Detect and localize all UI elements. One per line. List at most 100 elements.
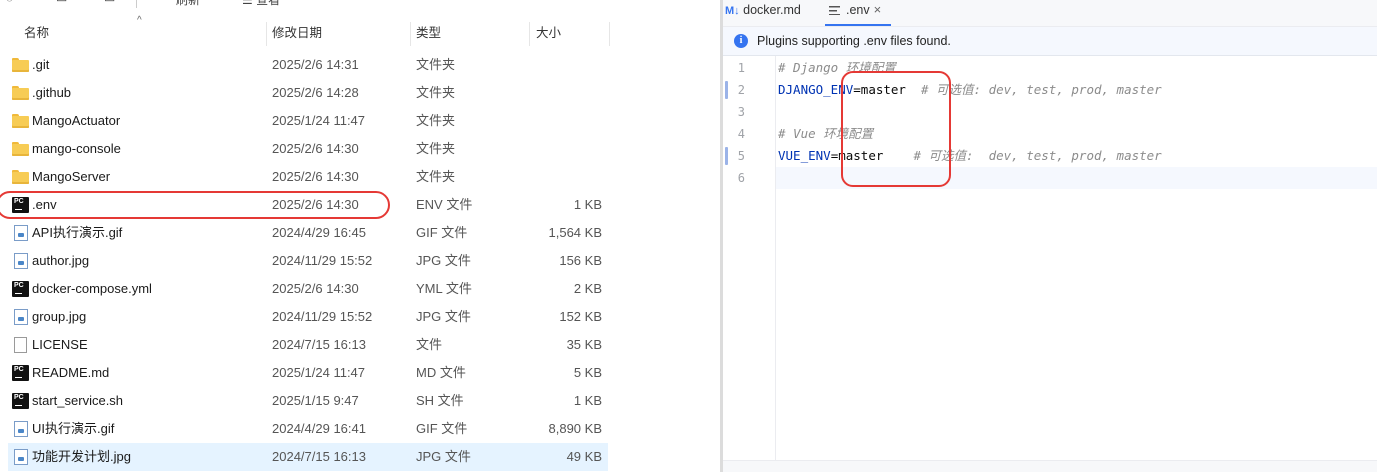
file-size: 49 KB — [566, 449, 602, 464]
folder-icon — [12, 169, 29, 185]
refresh-button[interactable]: 刷新 — [176, 0, 200, 7]
markdown-icon: M↓ — [725, 5, 740, 17]
file-name: .env — [32, 197, 57, 212]
close-icon[interactable]: × — [874, 2, 882, 17]
file-row[interactable]: 功能开发计划.jpg 2024/7/15 16:13 JPG 文件 49 KB — [8, 443, 608, 471]
code-line[interactable]: VUE_ENV=master # 可选值: dev, test, prod, m… — [776, 145, 1377, 167]
pycharm-file-icon: PC — [12, 393, 29, 409]
code-token-op: = — [853, 82, 861, 97]
file-row[interactable]: PC .env 2025/2/6 14:30 ENV 文件 1 KB — [8, 191, 608, 219]
file-type: 文件夹 — [416, 57, 456, 72]
plugin-notice-banner: i Plugins supporting .env files found. — [723, 27, 1377, 56]
file-date: 2025/2/6 14:31 — [272, 57, 359, 72]
file-date: 2025/2/6 14:28 — [272, 85, 359, 100]
file-row[interactable]: .github 2025/2/6 14:28 文件夹 — [8, 79, 608, 107]
code-editor: M↓ docker.md .env × i Plugins supporting … — [723, 0, 1377, 472]
file-size: 1,564 KB — [548, 225, 603, 240]
file-row[interactable]: PC start_service.sh 2025/1/15 9:47 SH 文件 1 K… — [8, 387, 608, 415]
file-name: LICENSE — [32, 337, 88, 352]
notice-text: Plugins supporting .env files found. — [757, 34, 951, 48]
code-line[interactable]: # Django 环境配置 — [776, 57, 1377, 79]
file-name: start_service.sh — [32, 393, 124, 408]
toolbar-icon-fragment[interactable]: ▭ — [56, 0, 67, 5]
file-name: 功能开发计划.jpg — [32, 449, 131, 464]
image-file-icon — [14, 253, 28, 269]
tab-label: .env — [846, 3, 870, 17]
file-type: 文件夹 — [416, 169, 456, 184]
column-type[interactable]: 类型 — [416, 20, 441, 46]
file-date: 2024/11/29 15:52 — [272, 309, 373, 324]
file-row[interactable]: PC docker-compose.yml 2025/2/6 14:30 YML 文件… — [8, 275, 608, 303]
view-button[interactable]: ☰ 查看 — [242, 0, 280, 7]
code-area[interactable]: # Django 环境配置 DJANGO_ENV=master # 可选值: de… — [776, 56, 1377, 472]
tab-env[interactable]: .env × — [825, 0, 891, 26]
view-icon: ☰ — [242, 0, 253, 7]
image-file-icon — [14, 225, 28, 241]
file-date: 2024/4/29 16:41 — [272, 421, 366, 436]
change-marker[interactable] — [725, 147, 728, 165]
column-header: ^ 名称 修改日期 类型 大小 — [0, 15, 720, 46]
column-size[interactable]: 大小 — [536, 20, 561, 46]
file-name: author.jpg — [32, 253, 90, 268]
column-name[interactable]: 名称 — [24, 20, 49, 46]
file-row[interactable]: LICENSE 2024/7/15 16:13 文件 35 KB — [8, 331, 608, 359]
code-line[interactable]: # Vue 环境配置 — [776, 123, 1377, 145]
file-type: SH 文件 — [416, 393, 464, 408]
file-row[interactable]: MangoActuator 2025/1/24 11:47 文件夹 — [8, 107, 608, 135]
folder-icon — [12, 85, 29, 101]
column-date[interactable]: 修改日期 — [272, 20, 322, 46]
code-token-value: master — [838, 148, 884, 163]
file-list: .git 2025/2/6 14:31 文件夹 .github 2025/2/6 14:… — [8, 51, 608, 471]
file-size: 5 KB — [573, 365, 602, 380]
file-date: 2024/7/15 16:13 — [272, 337, 366, 352]
file-date: 2025/2/6 14:30 — [272, 169, 359, 184]
pycharm-file-icon: PC — [12, 197, 29, 213]
file-row[interactable]: API执行演示.gif 2024/4/29 16:45 GIF 文件 1,564 KB — [8, 219, 608, 247]
change-marker[interactable] — [725, 81, 728, 99]
code-token-comment: # Django 环境配置 — [778, 60, 896, 75]
info-icon: i — [734, 34, 748, 48]
file-name: .github — [32, 85, 72, 100]
file-name: API执行演示.gif — [32, 225, 123, 240]
file-type: JPG 文件 — [416, 449, 471, 464]
image-file-icon — [14, 421, 28, 437]
file-type: GIF 文件 — [416, 421, 468, 436]
code-line[interactable] — [776, 167, 1377, 189]
file-type: YML 文件 — [416, 281, 472, 296]
toolbar-icon-fragment[interactable]: ◌ — [6, 0, 13, 5]
file-row[interactable]: author.jpg 2024/11/29 15:52 JPG 文件 156 KB — [8, 247, 608, 275]
file-type: 文件 — [416, 337, 443, 352]
file-size: 8,890 KB — [548, 421, 603, 436]
line-number-gutter: 123456 — [723, 56, 776, 472]
file-name: MangoActuator — [32, 113, 121, 128]
file-row[interactable]: .git 2025/2/6 14:31 文件夹 — [8, 51, 608, 79]
toolbar-icon-fragment[interactable]: ▭ — [104, 0, 115, 5]
file-name: UI执行演示.gif — [32, 421, 115, 436]
file-name: docker-compose.yml — [32, 281, 152, 296]
code-line[interactable] — [776, 101, 1377, 123]
code-token-value: master — [860, 82, 906, 97]
file-type: 文件夹 — [416, 113, 456, 128]
file-row[interactable]: mango-console 2025/2/6 14:30 文件夹 — [8, 135, 608, 163]
file-date: 2025/1/15 9:47 — [272, 393, 359, 408]
file-row[interactable]: PC README.md 2025/1/24 11:47 MD 文件 5 KB — [8, 359, 608, 387]
sort-caret-icon: ^ — [137, 15, 142, 26]
code-line[interactable]: DJANGO_ENV=master # 可选值: dev, test, prod… — [776, 79, 1377, 101]
file-row[interactable]: UI执行演示.gif 2024/4/29 16:41 GIF 文件 8,890 KB — [8, 415, 608, 443]
editor-bottom-bar — [723, 460, 1377, 472]
file-size: 1 KB — [573, 393, 602, 408]
file-type: MD 文件 — [416, 365, 466, 380]
code-token-trail: # 可选值: dev, test, prod, master — [905, 82, 1162, 97]
pycharm-file-icon: PC — [12, 365, 29, 381]
code-token-trail: # 可选值: dev, test, prod, master — [883, 148, 1162, 163]
image-file-icon — [14, 449, 28, 465]
file-type: ENV 文件 — [416, 197, 473, 212]
file-date: 2025/1/24 11:47 — [272, 113, 366, 128]
blank-file-icon — [14, 337, 27, 353]
file-row[interactable]: MangoServer 2025/2/6 14:30 文件夹 — [8, 163, 608, 191]
file-row[interactable]: group.jpg 2024/11/29 15:52 JPG 文件 152 KB — [8, 303, 608, 331]
line-number: 1 — [737, 61, 745, 75]
pycharm-file-icon: PC — [12, 281, 29, 297]
tab-docker-md[interactable]: M↓ docker.md — [725, 0, 813, 26]
line-number: 4 — [737, 127, 745, 141]
